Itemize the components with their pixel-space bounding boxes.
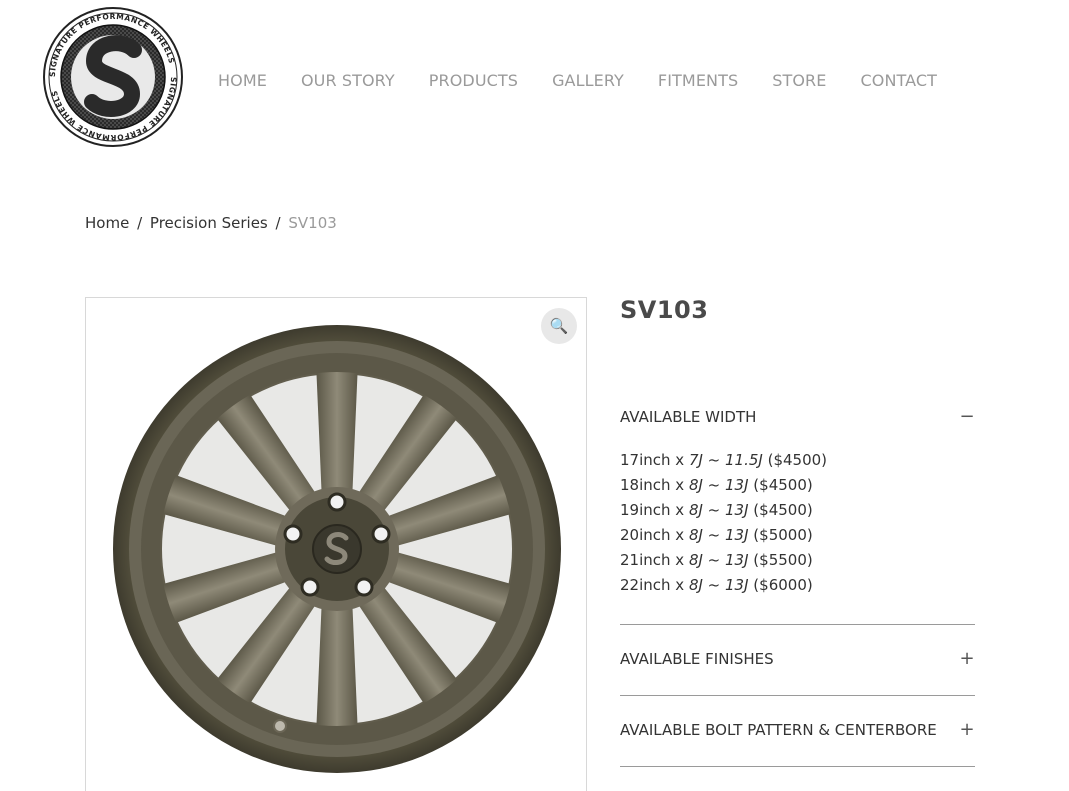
product-image-frame[interactable]: 🔍 (85, 297, 587, 791)
accordion-width-body: 17inch x 7J ~ 11.5J ($4500) 18inch x 8J … (620, 434, 975, 624)
accordion-bolt-label: AVAILABLE BOLT PATTERN & CENTERBORE (620, 721, 937, 739)
accordion-divider (620, 766, 975, 767)
nav-fitments[interactable]: FITMENTS (658, 71, 738, 90)
plus-icon: + (959, 648, 975, 669)
breadcrumb: Home / Precision Series / SV103 (85, 214, 337, 232)
accordion-bolt-header[interactable]: AVAILABLE BOLT PATTERN & CENTERBORE + (620, 713, 975, 747)
breadcrumb-category[interactable]: Precision Series (150, 214, 268, 232)
wheel-image (113, 325, 561, 773)
accordion-width-header[interactable]: AVAILABLE WIDTH − (620, 400, 975, 434)
breadcrumb-home[interactable]: Home (85, 214, 129, 232)
product-title: SV103 (620, 296, 709, 324)
nav-home[interactable]: HOME (218, 71, 267, 90)
nav-gallery[interactable]: GALLERY (552, 71, 624, 90)
main-nav: HOME OUR STORY PRODUCTS GALLERY FITMENTS… (218, 68, 937, 92)
nav-store[interactable]: STORE (772, 71, 826, 90)
width-row: 21inch x 8J ~ 13J ($5500) (620, 551, 813, 569)
zoom-button[interactable]: 🔍 (541, 308, 577, 344)
page: SIGNATURE PERFORMANCE WHEELS SIGNATURE P… (0, 0, 1069, 791)
breadcrumb-separator: / (137, 214, 143, 232)
nav-our-story[interactable]: OUR STORY (301, 71, 395, 90)
accordion-finishes-label: AVAILABLE FINISHES (620, 650, 774, 668)
logo-emblem: SIGNATURE PERFORMANCE WHEELS SIGNATURE P… (43, 7, 183, 147)
nav-products[interactable]: PRODUCTS (429, 71, 518, 90)
breadcrumb-separator: / (275, 214, 281, 232)
brand-logo[interactable]: SIGNATURE PERFORMANCE WHEELS SIGNATURE P… (42, 6, 184, 148)
width-row: 22inch x 8J ~ 13J ($6000) (620, 576, 813, 594)
accordion-width-label: AVAILABLE WIDTH (620, 408, 757, 426)
width-row: 17inch x 7J ~ 11.5J ($4500) (620, 451, 828, 469)
width-row: 18inch x 8J ~ 13J ($4500) (620, 476, 813, 494)
plus-icon: + (959, 719, 975, 740)
nav-contact[interactable]: CONTACT (860, 71, 937, 90)
breadcrumb-current: SV103 (288, 214, 337, 232)
magnifier-icon: 🔍 (549, 317, 569, 335)
minus-icon: − (959, 406, 975, 427)
width-row: 19inch x 8J ~ 13J ($4500) (620, 501, 813, 519)
width-row: 20inch x 8J ~ 13J ($5000) (620, 526, 813, 544)
product-accordion: AVAILABLE WIDTH − 17inch x 7J ~ 11.5J ($… (620, 400, 975, 767)
accordion-finishes-header[interactable]: AVAILABLE FINISHES + (620, 642, 975, 676)
